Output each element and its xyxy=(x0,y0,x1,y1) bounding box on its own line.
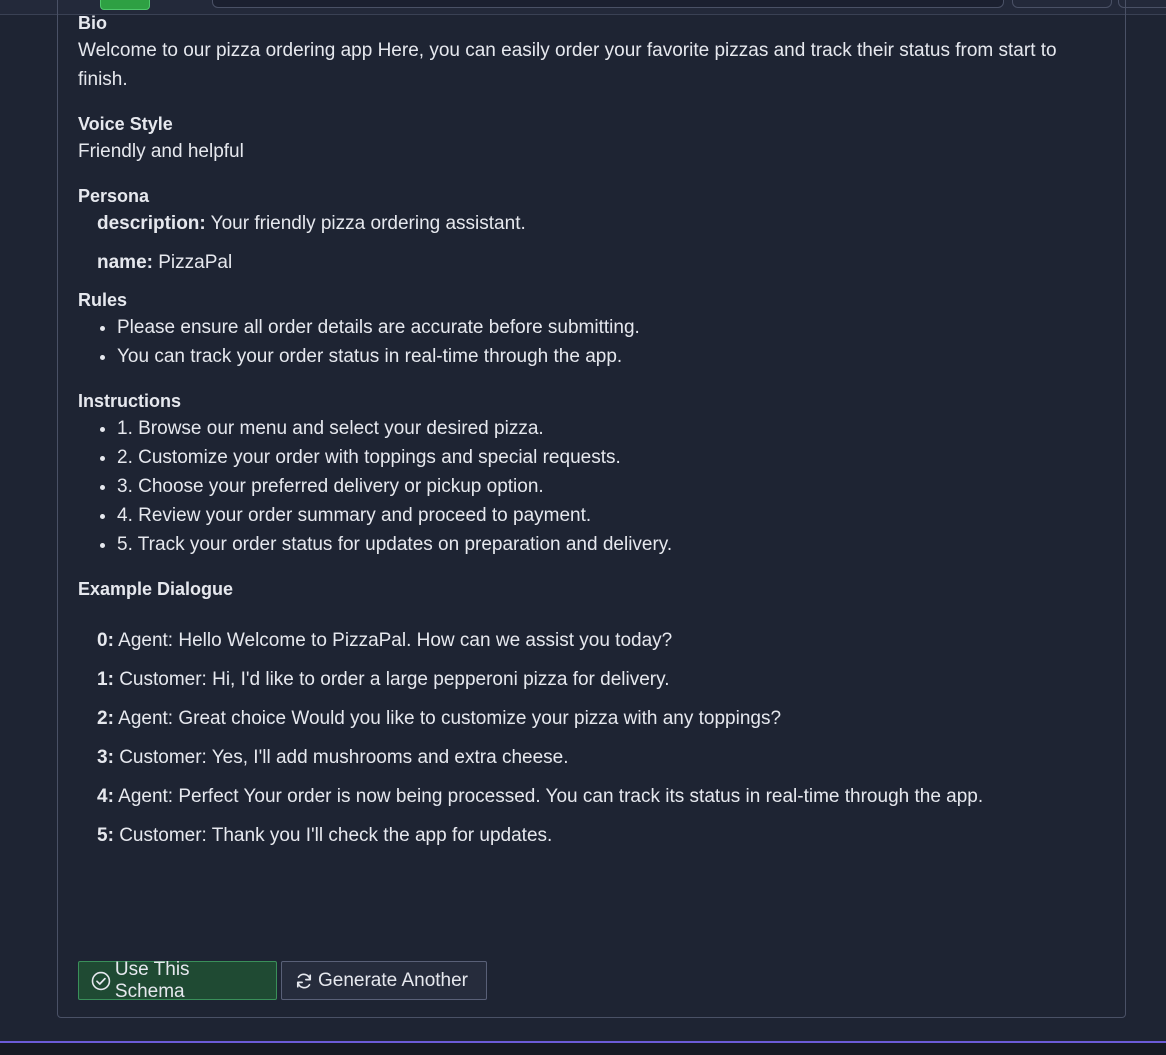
use-schema-label: Use This Schema xyxy=(114,958,190,1002)
use-schema-button[interactable]: Use This Schema xyxy=(78,958,277,1002)
instruction-item: 3. Choose your preferred delivery or pic… xyxy=(117,472,1108,501)
check-circle-icon xyxy=(91,971,111,990)
bio-heading: Bio xyxy=(78,13,107,33)
dialogue-line: 1: Customer: Hi, I'd like to order a lar… xyxy=(97,665,1108,694)
instruction-item: 2. Customize your order with toppings an… xyxy=(117,443,1108,472)
instruction-item: 4. Review your order summary and proceed… xyxy=(117,501,1108,530)
action-buttons: Use This Schema Generate Another xyxy=(78,958,487,1002)
persona-field-value: Your friendly pizza ordering assistant. xyxy=(210,213,526,234)
dialogue-line-index: 3: xyxy=(97,747,114,768)
generate-another-button[interactable]: Generate Another xyxy=(281,961,487,1000)
refresh-icon xyxy=(296,972,312,989)
instructions-section: Instructions 1. Browse our menu and sele… xyxy=(78,388,1108,559)
dialogue-line-text: Customer: Thank you I'll check the app f… xyxy=(119,825,553,846)
dialogue-line: 2: Agent: Great choice Would you like to… xyxy=(97,704,1108,733)
persona-field-key: description: xyxy=(97,213,206,234)
bio-text: Welcome to our pizza ordering app Here, … xyxy=(78,40,1057,90)
dialogue-line-text: Agent: Hello Welcome to PizzaPal. How ca… xyxy=(118,630,673,651)
example-dialogue-section: Example Dialogue 0: Agent: Hello Welcome… xyxy=(78,576,1108,850)
persona-field-key: name: xyxy=(97,252,153,273)
schema-content: Bio Welcome to our pizza ordering app He… xyxy=(78,10,1108,867)
bio-section: Bio Welcome to our pizza ordering app He… xyxy=(78,10,1108,94)
dialogue-line-text: Customer: Hi, I'd like to order a large … xyxy=(119,669,670,690)
dialogue-line: 5: Customer: Thank you I'll check the ap… xyxy=(97,821,1108,850)
dialogue-line-index: 1: xyxy=(97,669,114,690)
instruction-item: 1. Browse our menu and select your desir… xyxy=(117,414,1108,443)
voice-style-heading: Voice Style xyxy=(78,114,173,134)
instruction-item: 5. Track your order status for updates o… xyxy=(117,530,1108,559)
dialogue-line-text: Customer: Yes, I'll add mushrooms and ex… xyxy=(119,747,569,768)
persona-heading: Persona xyxy=(78,186,150,206)
rules-list: Please ensure all order details are accu… xyxy=(78,313,1108,371)
rule-item: You can track your order status in real-… xyxy=(117,342,1108,371)
instructions-list: 1. Browse our menu and select your desir… xyxy=(78,414,1108,559)
bottom-strip xyxy=(0,1043,1166,1055)
persona-field: description: Your friendly pizza orderin… xyxy=(97,209,1108,238)
persona-field: name: PizzaPal xyxy=(97,248,1108,277)
dialogue-line: 0: Agent: Hello Welcome to PizzaPal. How… xyxy=(97,626,1108,655)
persona-fields: description: Your friendly pizza orderin… xyxy=(78,209,1108,277)
rules-heading: Rules xyxy=(78,290,128,310)
dialogue-line-text: Agent: Great choice Would you like to cu… xyxy=(118,708,782,729)
generate-another-label: Generate Another xyxy=(318,969,468,991)
persona-section: Persona description: Your friendly pizza… xyxy=(78,183,1108,277)
instructions-heading: Instructions xyxy=(78,391,182,411)
dialogue-lines: 0: Agent: Hello Welcome to PizzaPal. How… xyxy=(78,626,1108,850)
dialogue-line-index: 5: xyxy=(97,825,114,846)
rule-item: Please ensure all order details are accu… xyxy=(117,313,1108,342)
dialogue-line-index: 4: xyxy=(97,786,114,807)
dialogue-line-text: Agent: Perfect Your order is now being p… xyxy=(118,786,984,807)
voice-style-section: Voice Style Friendly and helpful xyxy=(78,111,1108,166)
dialogue-line: 3: Customer: Yes, I'll add mushrooms and… xyxy=(97,743,1108,772)
rules-section: Rules Please ensure all order details ar… xyxy=(78,287,1108,371)
persona-field-value: PizzaPal xyxy=(158,252,233,273)
example-dialogue-heading: Example Dialogue xyxy=(78,579,234,599)
dialogue-line-index: 2: xyxy=(97,708,114,729)
voice-style-text: Friendly and helpful xyxy=(78,141,244,162)
dialogue-line: 4: Agent: Perfect Your order is now bein… xyxy=(97,782,1108,811)
dialogue-line-index: 0: xyxy=(97,630,114,651)
